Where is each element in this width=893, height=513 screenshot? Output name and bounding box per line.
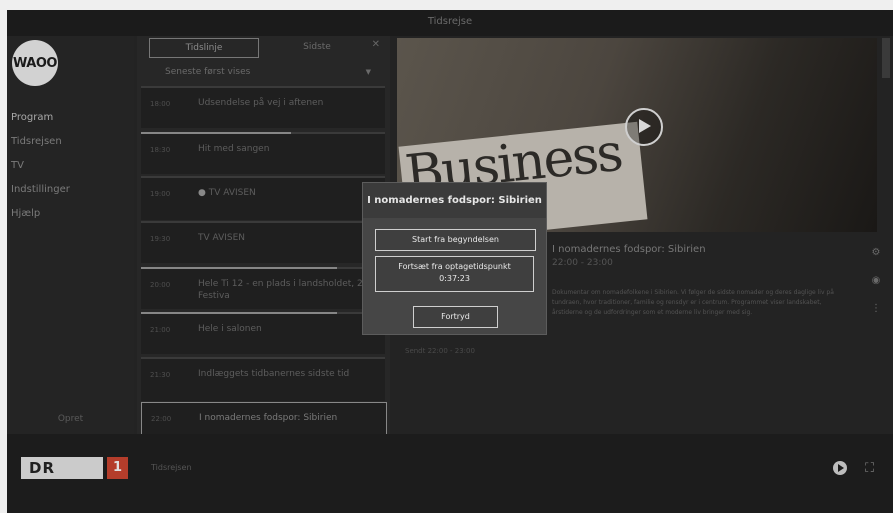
list-item[interactable]: 18:00 Udsendelse på vej i aftenen bbox=[141, 86, 385, 128]
scrollbar-thumb[interactable] bbox=[882, 38, 890, 78]
channel-logo: DR bbox=[21, 457, 103, 479]
list-item-title: Hele i salonen bbox=[198, 324, 262, 334]
app-title: Tidsrejse bbox=[427, 16, 473, 27]
dialog-title: I nomadernes fodspor: Sibirien bbox=[363, 183, 546, 218]
list-item-title: TV AVISEN bbox=[198, 233, 246, 243]
play-icon[interactable] bbox=[625, 108, 663, 146]
list-tabs: Tidslinje Sidste ✕ bbox=[141, 36, 388, 58]
list-item-selected[interactable]: 22:00 I nomadernes fodspor: Sibirien bbox=[141, 402, 387, 434]
sidebar: WAOO Program Tidsrejsen TV Indstillinger… bbox=[7, 36, 134, 434]
progress-bar bbox=[141, 312, 337, 314]
record-icon[interactable]: ◉ bbox=[869, 274, 883, 288]
chevron-down-icon: ▼ bbox=[365, 68, 371, 76]
list-item[interactable]: 19:30 TV AVISEN bbox=[141, 221, 385, 263]
resume-dialog: I nomadernes fodspor: Sibirien Start fra… bbox=[362, 182, 547, 335]
tab-tidslinje[interactable]: Tidslinje bbox=[149, 38, 259, 58]
program-description: Dokumentar om nomadefolkene i Sibirien. … bbox=[552, 289, 834, 316]
live-dot-icon: ● bbox=[198, 188, 209, 198]
sidebar-bottom-button[interactable]: Opret bbox=[7, 414, 134, 424]
sidebar-nav: Program Tidsrejsen TV Indstillinger Hjæl… bbox=[11, 106, 70, 226]
list-item-time: 21:30 bbox=[150, 371, 171, 379]
sidebar-item-tidsrejsen[interactable]: Tidsrejsen bbox=[11, 130, 70, 154]
close-icon[interactable]: ✕ bbox=[372, 39, 380, 50]
list-item-title: Indlæggets tidbanernes sidste tid bbox=[198, 369, 350, 379]
list-item-title: I nomadernes fodspor: Sibirien bbox=[199, 413, 338, 423]
program-title: I nomadernes fodspor: Sibirien bbox=[552, 244, 706, 255]
list-item-title: ● TV AVISEN bbox=[198, 187, 378, 199]
now-playing-text: Tidsrejsen bbox=[151, 463, 192, 472]
resume-label: Fortsæt fra optagetidspunkt bbox=[398, 262, 511, 271]
fullscreen-icon[interactable]: ⛶ bbox=[865, 461, 874, 476]
sidebar-item-hjaelp[interactable]: Hjælp bbox=[11, 202, 70, 226]
sort-dropdown[interactable]: Seneste først vises ▼ bbox=[143, 63, 383, 81]
sidebar-item-program[interactable]: Program bbox=[11, 106, 70, 130]
list-item-time: 19:00 bbox=[150, 190, 171, 198]
list-item-time: 20:00 bbox=[150, 281, 171, 289]
list-item[interactable]: 21:30 Indlæggets tidbanernes sidste tid bbox=[141, 357, 385, 401]
player-bar: DR 1 Tidsrejsen ⛶ bbox=[7, 434, 893, 513]
more-icon[interactable]: ⋮ bbox=[869, 302, 883, 316]
list-item[interactable]: 20:00 Hele Ti 12 - en plads i landsholde… bbox=[141, 267, 385, 309]
resume-from-position-button[interactable]: Fortsæt fra optagetidspunkt 0:37:23 bbox=[375, 256, 534, 292]
list-item-time: 18:30 bbox=[150, 146, 171, 154]
channel-number: 1 bbox=[107, 457, 128, 479]
progress-bar bbox=[141, 267, 337, 269]
sidebar-item-indstillinger[interactable]: Indstillinger bbox=[11, 178, 70, 202]
progress-bar bbox=[141, 132, 291, 134]
list-item[interactable]: 18:30 Hit med sangen bbox=[141, 132, 385, 174]
list-item-title: Udsendelse på vej i aftenen bbox=[198, 98, 324, 108]
sort-dropdown-label: Seneste først vises bbox=[165, 67, 251, 77]
list-item-time: 22:00 bbox=[151, 415, 172, 423]
app-window: Tidsrejse WAOO Program Tidsrejsen TV Ind… bbox=[7, 10, 893, 513]
program-time: 22:00 - 23:00 bbox=[552, 258, 613, 268]
program-date: Sendt 22:00 - 23:00 bbox=[405, 347, 475, 355]
sidebar-item-tv[interactable]: TV bbox=[11, 154, 70, 178]
list-item-title-text: TV AVISEN bbox=[208, 188, 256, 198]
list-item[interactable]: 19:00 ● TV AVISEN bbox=[141, 176, 385, 220]
list-item[interactable]: 21:00 Hele i salonen bbox=[141, 312, 385, 354]
list-item-title: Hit med sangen bbox=[198, 144, 270, 154]
title-bar: Tidsrejse bbox=[7, 10, 893, 36]
cancel-button[interactable]: Fortryd bbox=[413, 306, 498, 328]
resume-time: 0:37:23 bbox=[439, 274, 470, 283]
tab-sidste[interactable]: Sidste bbox=[269, 38, 365, 56]
program-list-panel: Tidslinje Sidste ✕ Seneste først vises ▼… bbox=[137, 36, 390, 434]
app-logo[interactable]: WAOO bbox=[12, 40, 58, 86]
play-button-icon[interactable] bbox=[833, 461, 847, 475]
list-item-time: 18:00 bbox=[150, 100, 171, 108]
start-from-beginning-button[interactable]: Start fra begyndelsen bbox=[375, 229, 536, 251]
list-item-title: Hele Ti 12 - en plads i landsholdet, 2 F… bbox=[198, 279, 363, 301]
list-item-time: 21:00 bbox=[150, 326, 171, 334]
settings-icon[interactable]: ⚙ bbox=[869, 246, 883, 260]
list-item-time: 19:30 bbox=[150, 235, 171, 243]
